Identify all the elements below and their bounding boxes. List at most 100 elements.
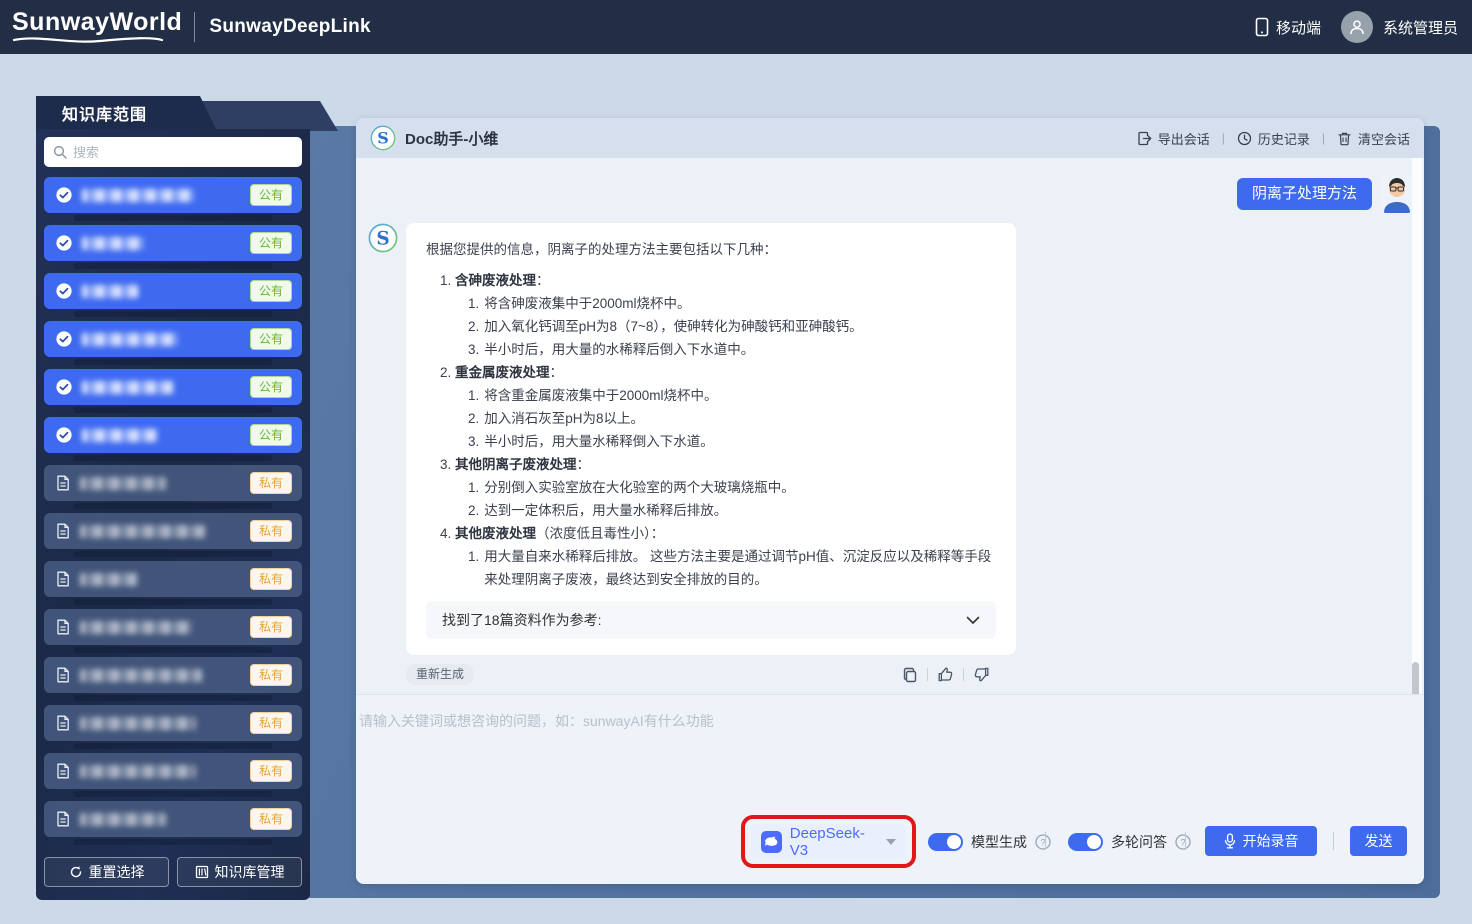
user-avatar-illustration bbox=[1382, 175, 1412, 213]
multi-turn-toggle-group: 多轮问答? bbox=[1068, 824, 1191, 859]
model-name: DeepSeek-V3 bbox=[789, 824, 865, 859]
toggle-switch[interactable] bbox=[1068, 832, 1103, 851]
search-icon bbox=[53, 145, 67, 159]
access-badge: 私有 bbox=[249, 616, 292, 638]
toggle-label: 多轮问答 bbox=[1111, 833, 1167, 850]
answer-section: 1. 含砷废液处理： 1. 将含砷废液集中于2000ml烧杯中。 2. 加入氧化钙调至p… bbox=[426, 269, 996, 361]
kb-search-box bbox=[44, 137, 302, 167]
answer-step: 1. 用大量自来水稀释后排放。 这些方法主要是通过调节pH值、沉淀反应以及稀释等手… bbox=[468, 549, 992, 587]
reset-icon bbox=[70, 866, 81, 878]
kb-item-label-redacted bbox=[82, 428, 158, 442]
admin-name: 系统管理员 bbox=[1382, 19, 1458, 37]
check-icon bbox=[56, 235, 72, 251]
check-icon bbox=[56, 427, 72, 443]
question-icon[interactable]: ? bbox=[1035, 833, 1051, 850]
doc-icon bbox=[56, 667, 70, 683]
messages-area[interactable]: 阴离子处理方法 S 根据您提供的信息，阴离子的处理方法主要包括以下几种： 1. … bbox=[356, 158, 1424, 694]
kb-item[interactable]: 私有 bbox=[44, 657, 302, 701]
chat-action-label: 历史记录 bbox=[1257, 131, 1310, 147]
access-badge: 私有 bbox=[249, 808, 292, 830]
access-badge: 公有 bbox=[249, 280, 292, 302]
person-icon bbox=[1350, 20, 1364, 35]
control-separator bbox=[1333, 832, 1334, 850]
svg-text:S: S bbox=[376, 228, 389, 249]
chat-panel: S Doc助手-小维 导出会话 | 历史记录 | 清空会话 阴离子处理方法 S … bbox=[356, 118, 1424, 884]
answer-step: 2. 加入氧化钙调至pH为8（7~8），使砷转化为砷酸钙和亚砷酸钙。 bbox=[468, 319, 863, 334]
kb-item-label-redacted bbox=[82, 284, 138, 298]
bot-avatar-icon: S bbox=[368, 223, 398, 253]
history-icon bbox=[1237, 131, 1252, 146]
chat-action-trash[interactable]: 清空会话 bbox=[1337, 129, 1410, 148]
access-badge: 私有 bbox=[249, 760, 292, 782]
chat-input[interactable] bbox=[356, 703, 1424, 763]
chat-action-history[interactable]: 历史记录 bbox=[1237, 129, 1310, 148]
control-separator bbox=[1185, 832, 1186, 850]
chat-header: S Doc助手-小维 导出会话 | 历史记录 | 清空会话 bbox=[356, 118, 1424, 158]
kb-search-input[interactable] bbox=[73, 144, 293, 160]
kb-item[interactable]: 公有 bbox=[44, 321, 302, 365]
mobile-entry[interactable]: 移动端 bbox=[1255, 17, 1321, 38]
thumbs-down-icon[interactable] bbox=[973, 666, 990, 683]
model-generate-toggle-group: 模型生成? bbox=[928, 824, 1051, 859]
toggle-knob bbox=[1087, 834, 1101, 849]
toggle-switch[interactable] bbox=[928, 832, 963, 851]
kb-item[interactable]: 私有 bbox=[44, 753, 302, 797]
toggle-label: 模型生成 bbox=[971, 833, 1027, 850]
reset-selection-button[interactable]: 重置选择 bbox=[44, 857, 169, 887]
user-message-row: 阴离子处理方法 bbox=[368, 175, 1412, 213]
bot-avatar: S bbox=[368, 223, 398, 253]
thumbs-up-icon[interactable] bbox=[937, 666, 954, 683]
kb-item[interactable]: 私有 bbox=[44, 561, 302, 605]
answer-section: 3. 其他阴离子废液处理： 1. 分别倒入实验室放在大化验室的两个大玻璃烧瓶中。 2.… bbox=[426, 453, 996, 522]
model-select-dropdown[interactable]: DeepSeek-V3 bbox=[751, 824, 906, 859]
doc-icon bbox=[56, 571, 70, 587]
kb-item[interactable]: 公有 bbox=[44, 273, 302, 317]
access-badge: 公有 bbox=[249, 376, 292, 398]
mobile-label: 移动端 bbox=[1275, 19, 1321, 37]
regenerate-button[interactable]: 重新生成 bbox=[406, 664, 475, 685]
send-button[interactable]: 发送 bbox=[1350, 826, 1407, 856]
answer-step: 3. 半小时后，用大量的水稀释后倒入下水道中。 bbox=[468, 342, 755, 357]
sidebar-title: 知识库范围 bbox=[62, 106, 148, 124]
trash-icon bbox=[1337, 131, 1352, 146]
answer-section-title: 3. 其他阴离子废液处理： bbox=[440, 457, 591, 472]
start-record-button[interactable]: 开始录音 bbox=[1205, 826, 1317, 856]
bottom-controls: DeepSeek-V3 模型生成? 多轮问答? 开始录音 发送 bbox=[356, 815, 1424, 876]
kb-item[interactable]: 公有 bbox=[44, 225, 302, 269]
kb-item[interactable]: 私有 bbox=[44, 705, 302, 749]
chat-action-export[interactable]: 导出会话 bbox=[1137, 129, 1210, 148]
assistant-logo-icon: S bbox=[370, 125, 396, 151]
kb-item[interactable]: 私有 bbox=[44, 609, 302, 653]
user-message-bubble: 阴离子处理方法 bbox=[1236, 178, 1372, 210]
doc-icon bbox=[56, 523, 70, 539]
kb-item[interactable]: 私有 bbox=[44, 513, 302, 557]
kb-item[interactable]: 公有 bbox=[44, 417, 302, 461]
question-icon[interactable]: ? bbox=[1175, 833, 1191, 850]
copy-icon[interactable] bbox=[902, 667, 918, 683]
bot-message-row: S 根据您提供的信息，阴离子的处理方法主要包括以下几种： 1. 含砷废液处理： 1… bbox=[368, 223, 1412, 655]
knowledge-base-sidebar: 公有公有公有公有公有公有私有私有私有私有私有私有私有私有 重置选择 知识库管理 bbox=[36, 129, 310, 900]
feedback-icons bbox=[902, 666, 990, 683]
chat-scrollbar-thumb[interactable] bbox=[1412, 662, 1419, 696]
control-separator bbox=[1045, 832, 1046, 850]
kb-item[interactable]: 私有 bbox=[44, 801, 302, 845]
export-icon bbox=[1137, 131, 1152, 146]
kb-item-label-redacted bbox=[82, 236, 144, 250]
access-badge: 公有 bbox=[249, 232, 292, 254]
chat-input-area: DeepSeek-V3 模型生成? 多轮问答? 开始录音 发送 bbox=[356, 694, 1424, 884]
kb-manage-button[interactable]: 知识库管理 bbox=[177, 857, 302, 887]
kb-item[interactable]: 私有 bbox=[44, 465, 302, 509]
kb-item-label-redacted bbox=[80, 764, 196, 778]
kb-item[interactable]: 公有 bbox=[44, 177, 302, 221]
message-actions-row: 重新生成 bbox=[368, 664, 1412, 685]
user-avatar[interactable] bbox=[1340, 11, 1373, 43]
kb-item-label-redacted bbox=[82, 332, 178, 346]
chat-scrollbar-track[interactable] bbox=[1412, 158, 1422, 696]
kb-item[interactable]: 公有 bbox=[44, 369, 302, 413]
doc-icon bbox=[56, 475, 70, 491]
kb-item-label-redacted bbox=[80, 812, 166, 826]
reference-label: 找到了18篇资料作为参考: bbox=[442, 611, 602, 628]
reference-toggle[interactable]: 找到了18篇资料作为参考: bbox=[426, 601, 996, 639]
microphone-icon bbox=[1224, 833, 1235, 849]
nav-right: 移动端 系统管理员 bbox=[1255, 11, 1458, 43]
